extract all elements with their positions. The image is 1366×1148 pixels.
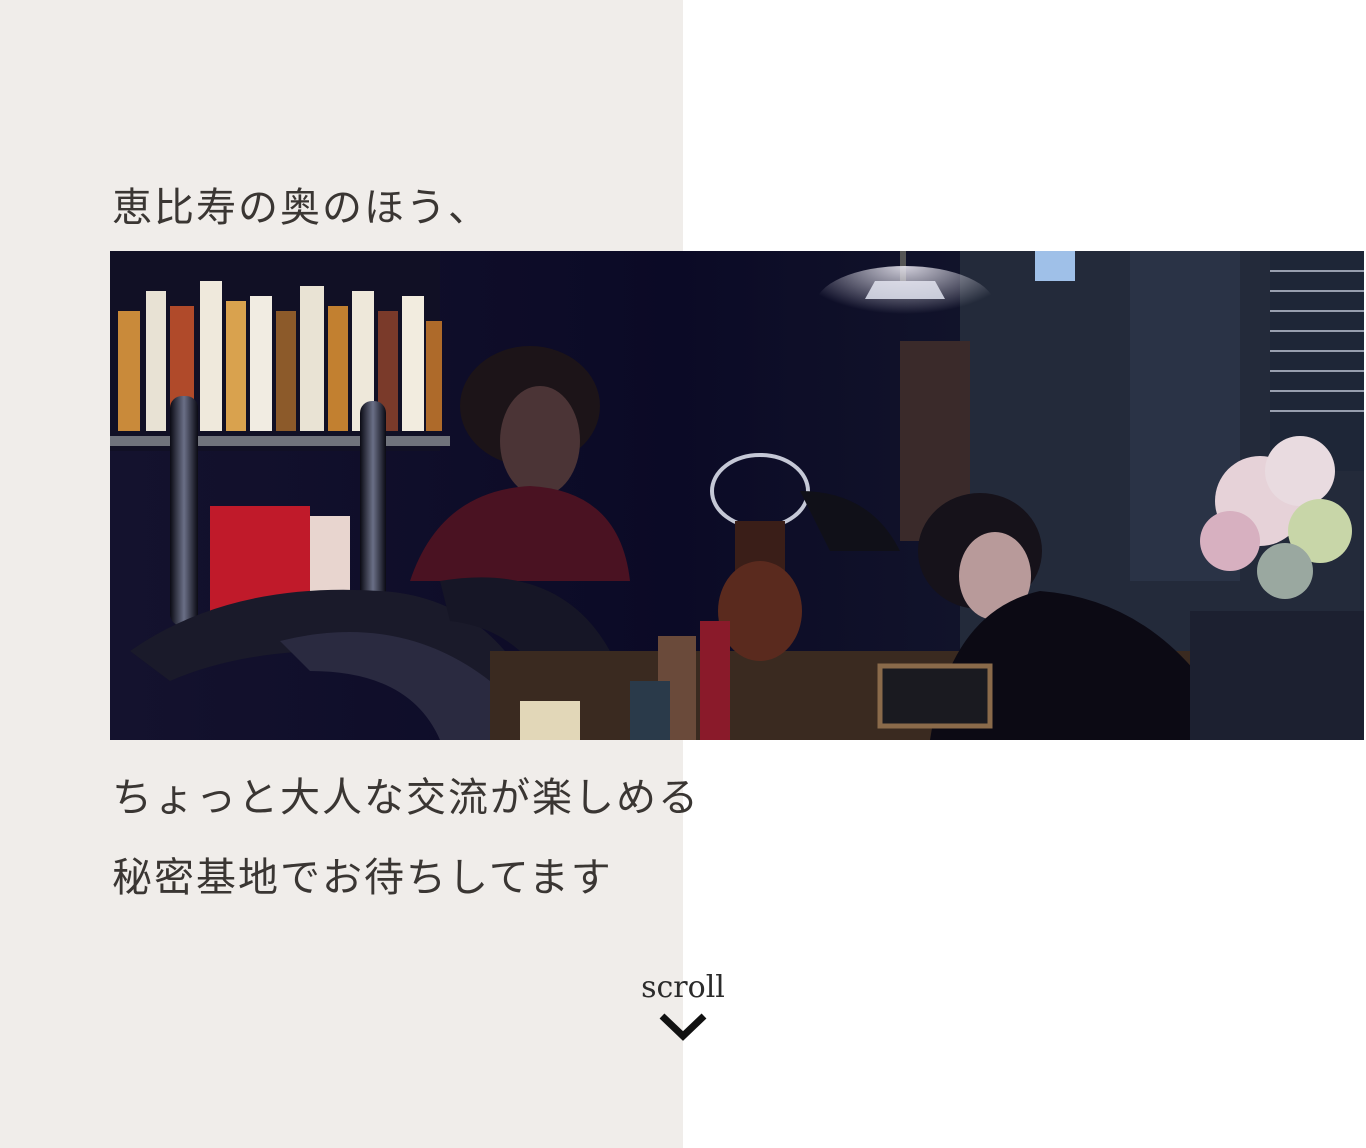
headline-bottom: ちょっと大人な交流が楽しめる 秘密基地でお待ちしてます xyxy=(112,758,700,918)
scroll-indicator[interactable]: scroll xyxy=(633,968,733,1044)
chevron-down-icon[interactable] xyxy=(658,1010,708,1044)
headline-line-2: 秘密基地でお待ちしてます xyxy=(112,855,613,901)
window-blinds xyxy=(1270,251,1364,471)
scroll-label[interactable]: scroll xyxy=(633,968,733,1008)
headline-top: 恵比寿の奥のほう、 xyxy=(112,185,490,231)
hero-photo xyxy=(110,251,1364,740)
headline-line-1: ちょっと大人な交流が楽しめる xyxy=(112,775,700,821)
